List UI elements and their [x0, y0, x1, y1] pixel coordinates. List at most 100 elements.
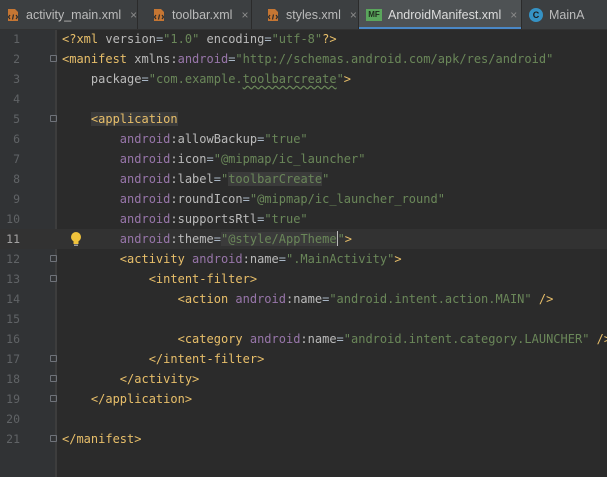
- code-line[interactable]: 18 </activity>: [0, 369, 607, 389]
- line-number: 10: [6, 212, 20, 226]
- code-line[interactable]: 9 android:roundIcon="@mipmap/ic_launcher…: [0, 189, 607, 209]
- code-token: =: [141, 72, 149, 86]
- code-text: </application>: [62, 389, 192, 409]
- code-line[interactable]: 11 android:theme="@style/AppTheme">: [0, 229, 607, 249]
- code-token: encoding: [206, 32, 265, 46]
- fold-marker-icon[interactable]: [50, 435, 57, 442]
- code-line[interactable]: 13 <intent-filter>: [0, 269, 607, 289]
- code-line[interactable]: 7 android:icon="@mipmap/ic_launcher": [0, 149, 607, 169]
- line-number: 20: [6, 412, 20, 426]
- code-text: android:theme="@style/AppTheme">: [62, 229, 352, 249]
- code-line[interactable]: 3 package="com.example.toolbarcreate">: [0, 69, 607, 89]
- code-line[interactable]: 14 <action android:name="android.intent.…: [0, 289, 607, 309]
- code-line[interactable]: 4: [0, 89, 607, 109]
- tab-androidmanifest-xml[interactable]: MF AndroidManifest.xml ×: [359, 0, 521, 29]
- code-token: <category: [177, 332, 250, 346]
- code-token: package: [90, 72, 142, 86]
- code-token: ": [322, 172, 330, 186]
- xml-file-icon: [152, 8, 166, 22]
- fold-marker-icon[interactable]: [50, 375, 57, 382]
- code-editor[interactable]: 1 <?xml version="1.0" encoding="utf-8"?> 2…: [0, 29, 607, 449]
- tab-label: MainA: [549, 8, 585, 22]
- code-text: </activity>: [62, 369, 199, 389]
- code-text: <intent-filter>: [62, 269, 257, 289]
- code-token: =: [213, 172, 221, 186]
- fold-marker-icon[interactable]: [50, 275, 57, 282]
- line-number: 2: [13, 52, 20, 66]
- line-number: 8: [13, 172, 20, 186]
- code-token: >: [394, 252, 402, 266]
- code-token: "1.0": [163, 32, 200, 46]
- close-icon[interactable]: ×: [510, 8, 517, 22]
- fold-marker-icon[interactable]: [50, 395, 57, 402]
- code-line[interactable]: 2 <manifest xmlns:android="http://schemas…: [0, 49, 607, 69]
- fold-marker-icon[interactable]: [50, 55, 57, 62]
- editor-tab-bar: activity_main.xml × toolbar.xml × styles…: [0, 0, 607, 30]
- fold-marker-icon[interactable]: [50, 255, 57, 262]
- code-token: "true": [264, 132, 308, 146]
- xml-file-icon: [266, 8, 280, 22]
- code-token: :label: [170, 172, 214, 186]
- code-text: <application: [62, 109, 178, 129]
- code-token: :name: [285, 292, 323, 306]
- code-line[interactable]: 5 <application: [0, 109, 607, 129]
- code-line[interactable]: 10 android:supportsRtl="true": [0, 209, 607, 229]
- code-line[interactable]: 19 </application>: [0, 389, 607, 409]
- line-number: 4: [13, 92, 20, 106]
- code-text: android:icon="@mipmap/ic_launcher": [62, 149, 366, 169]
- line-number: 9: [13, 192, 20, 206]
- line-number: 12: [6, 252, 20, 266]
- code-line[interactable]: 16 <category android:name="android.inten…: [0, 329, 607, 349]
- code-text: package="com.example.toolbarcreate">: [62, 69, 351, 89]
- code-token: =: [213, 232, 221, 246]
- code-text: android:roundIcon="@mipmap/ic_launcher_r…: [62, 189, 445, 209]
- code-text: <manifest xmlns:android="http://schemas.…: [62, 49, 553, 69]
- code-line[interactable]: 6 android:allowBackup="true": [0, 129, 607, 149]
- code-line[interactable]: 15: [0, 309, 607, 329]
- fold-marker-icon[interactable]: [50, 355, 57, 362]
- code-text: </intent-filter>: [62, 349, 265, 369]
- code-line[interactable]: 17 </intent-filter>: [0, 349, 607, 369]
- close-icon[interactable]: ×: [350, 8, 357, 22]
- code-token: android: [119, 132, 171, 146]
- code-token: android: [119, 192, 171, 206]
- code-token: :icon: [170, 152, 207, 166]
- tab-mainactivity[interactable]: C MainA: [522, 0, 607, 29]
- code-token: "com.example.: [148, 72, 243, 86]
- code-token: "@mipmap/ic_launcher": [213, 152, 366, 166]
- code-token: =: [336, 332, 344, 346]
- code-line[interactable]: 1 <?xml version="1.0" encoding="utf-8"?>: [0, 29, 607, 49]
- fold-marker-icon[interactable]: [50, 115, 57, 122]
- code-line[interactable]: 8 android:label="toolbarCreate": [0, 169, 607, 189]
- code-token: :name: [242, 252, 279, 266]
- code-text: android:allowBackup="true": [62, 129, 308, 149]
- xml-file-icon: [6, 8, 20, 22]
- code-token: "http://schemas.android.com/apk/res/andr…: [235, 52, 554, 66]
- code-token: />: [531, 292, 554, 306]
- code-token: <application: [90, 112, 178, 126]
- code-line[interactable]: 12 <activity android:name=".MainActivity…: [0, 249, 607, 269]
- tab-activity-main-xml[interactable]: activity_main.xml ×: [0, 0, 137, 29]
- code-token: toolbarcreate: [242, 72, 337, 86]
- close-icon[interactable]: ×: [241, 8, 248, 22]
- code-line[interactable]: 21 </manifest>: [0, 429, 607, 449]
- tab-label: toolbar.xml: [172, 8, 233, 22]
- code-token: </activity>: [119, 372, 200, 386]
- code-token: "@style/AppTheme: [220, 232, 337, 246]
- code-token: =: [206, 152, 214, 166]
- manifest-file-icon: MF: [366, 9, 382, 21]
- tab-label: activity_main.xml: [26, 8, 122, 22]
- code-line[interactable]: 20: [0, 409, 607, 429]
- code-token: "@mipmap/ic_launcher_round": [249, 192, 445, 206]
- code-token: "android.intent.category.LAUNCHER": [343, 332, 590, 346]
- tab-styles-xml[interactable]: styles.xml ×: [252, 0, 358, 29]
- tab-toolbar-xml[interactable]: toolbar.xml ×: [138, 0, 251, 29]
